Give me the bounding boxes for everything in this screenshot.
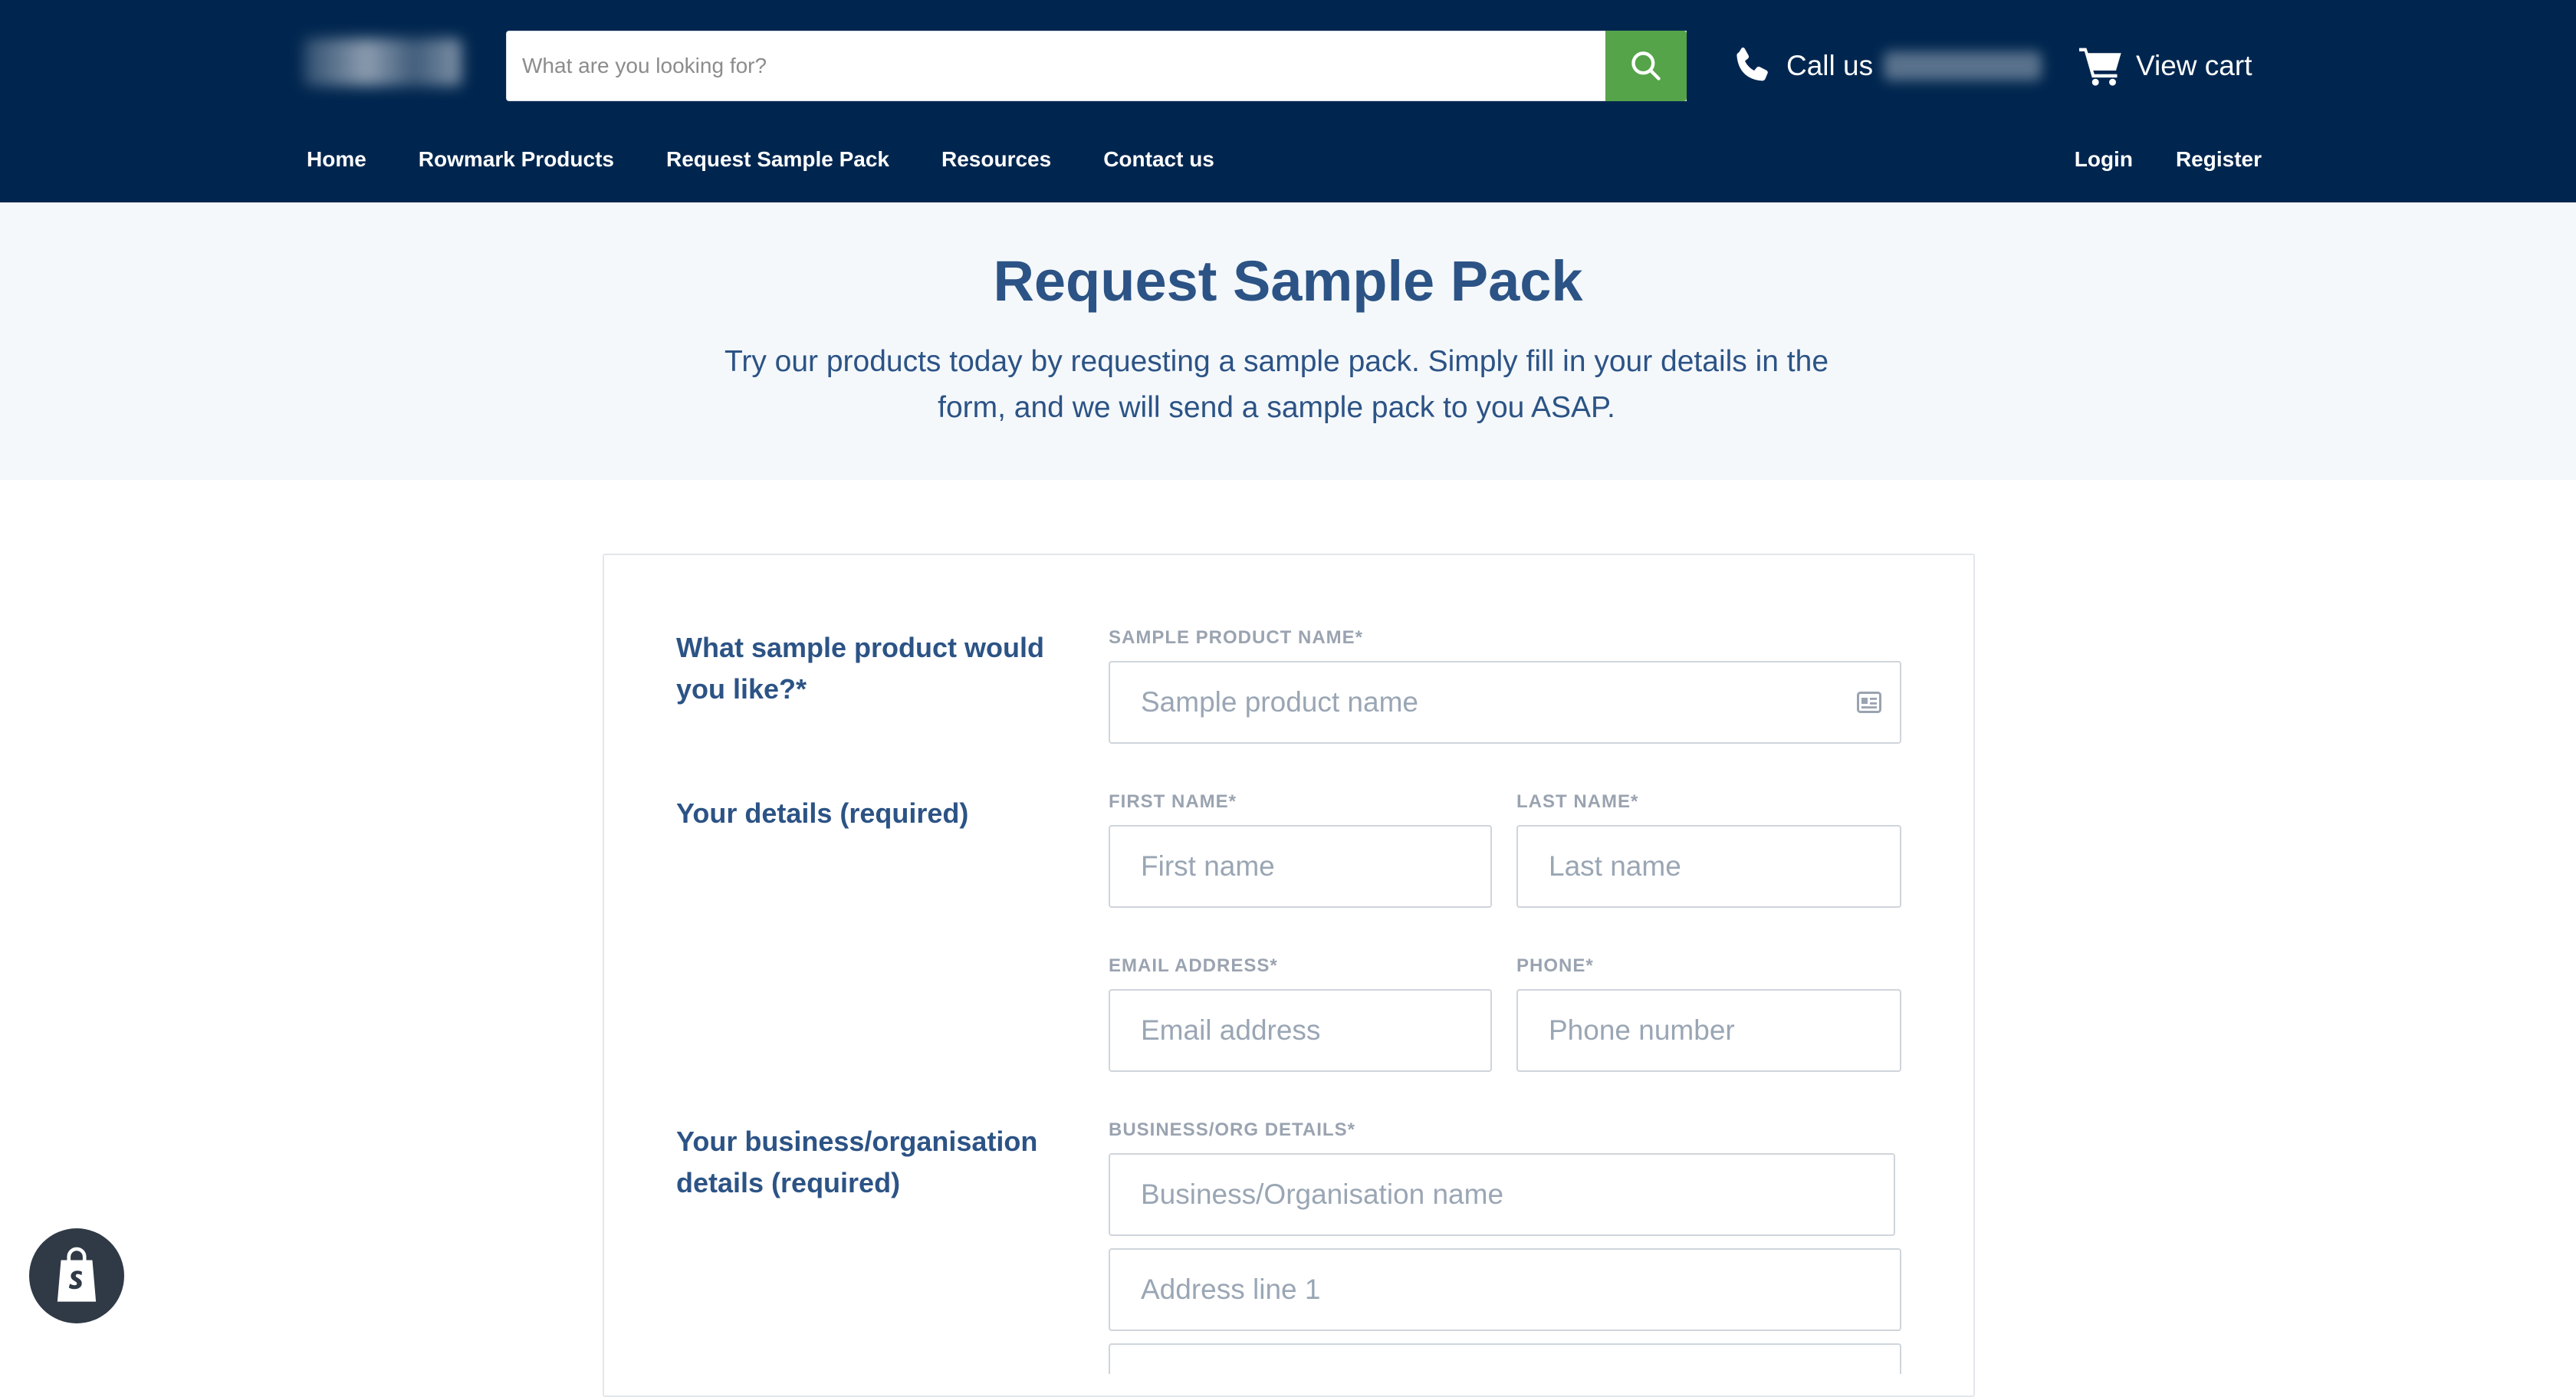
nav-request-sample-pack[interactable]: Request Sample Pack — [666, 147, 889, 172]
phone-icon — [1737, 47, 1768, 81]
address-line-1-field — [1109, 1248, 1901, 1331]
search-icon — [1631, 51, 1661, 81]
last-name-label: LAST NAME* — [1516, 791, 1639, 812]
register-link[interactable]: Register — [2176, 147, 2262, 172]
cart-icon — [2079, 48, 2121, 86]
nav-home[interactable]: Home — [307, 147, 366, 172]
last-name-field — [1516, 825, 1901, 908]
section-label-business: Your business/organisation details (requ… — [676, 1126, 1038, 1198]
site-logo[interactable] — [304, 38, 462, 86]
business-name-input[interactable] — [1110, 1155, 1894, 1234]
phone-number — [1884, 51, 2042, 81]
view-cart-link[interactable]: View cart — [2079, 38, 2252, 94]
email-label: EMAIL ADDRESS* — [1109, 955, 1278, 976]
first-name-label: FIRST NAME* — [1109, 791, 1237, 812]
email-field — [1109, 989, 1492, 1072]
search-button[interactable] — [1605, 31, 1687, 101]
business-details-label: BUSINESS/ORG DETAILS* — [1109, 1119, 1355, 1140]
contact-card-icon — [1857, 692, 1881, 713]
nav-resources[interactable]: Resources — [941, 147, 1051, 172]
call-us-label: Call us — [1786, 50, 1874, 81]
section-label-product: What sample product would you like?* — [676, 632, 1045, 705]
sample-product-input[interactable] — [1110, 662, 1900, 742]
sample-product-field — [1109, 661, 1901, 744]
page-title: Request Sample Pack — [993, 249, 1583, 313]
site-header: Call us View cart Home Rowmark Products … — [0, 0, 2576, 202]
search-box — [506, 31, 1687, 101]
account-nav: Login Register — [2032, 143, 2262, 176]
hero-banner: Request Sample Pack Try our products tod… — [0, 202, 2576, 480]
section-label-details: Your details (required) — [676, 797, 969, 829]
business-name-field — [1109, 1153, 1895, 1236]
nav-rowmark-products[interactable]: Rowmark Products — [419, 147, 614, 172]
shopify-badge[interactable] — [29, 1228, 124, 1323]
sample-product-label: SAMPLE PRODUCT NAME* — [1109, 627, 1364, 648]
login-link[interactable]: Login — [2075, 147, 2133, 172]
view-cart-label: View cart — [2136, 50, 2252, 81]
call-us[interactable]: Call us — [1730, 38, 2042, 94]
nav-contact-us[interactable]: Contact us — [1103, 147, 1214, 172]
main-nav: Home Rowmark Products Request Sample Pac… — [307, 143, 1267, 176]
shopify-bag-icon — [57, 1247, 97, 1302]
first-name-input[interactable] — [1110, 827, 1490, 906]
first-name-field — [1109, 825, 1492, 908]
page-description: Try our products today by requesting a s… — [724, 345, 1829, 424]
phone-input[interactable] — [1518, 991, 1900, 1070]
address-line-1-input[interactable] — [1110, 1250, 1900, 1330]
phone-label: PHONE* — [1516, 955, 1594, 976]
search-input[interactable] — [507, 31, 1686, 100]
address-line-2-field[interactable] — [1109, 1343, 1901, 1374]
last-name-input[interactable] — [1518, 827, 1900, 906]
email-input[interactable] — [1110, 991, 1490, 1070]
phone-field — [1516, 989, 1901, 1072]
